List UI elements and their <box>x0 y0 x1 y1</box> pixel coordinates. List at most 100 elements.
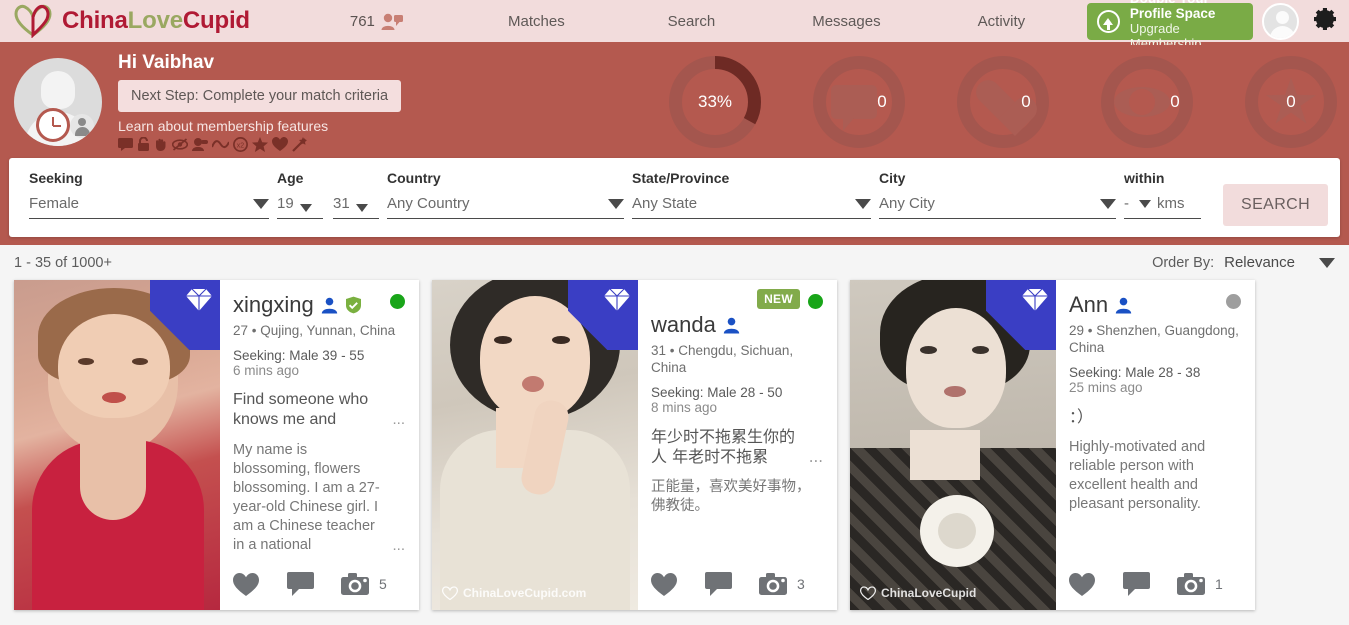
profile-last-active: 8 mins ago <box>651 400 718 415</box>
watermark-text: ChinaLoveCupid <box>881 586 977 600</box>
within-value: - <box>1124 195 1129 212</box>
profile-blurb-text: 正能量，喜欢美好事物，佛教徒。 <box>651 479 811 514</box>
stat-favourites[interactable]: 0 <box>1245 55 1337 148</box>
profile-blurb: My name is blossoming, flowers blossomin… <box>233 441 405 555</box>
gear-icon[interactable] <box>1309 4 1339 39</box>
profile-card[interactable]: xingxing 27 • Qujing, Yunnan, China Seek… <box>14 280 419 610</box>
card-action-bar: 5 <box>233 572 405 610</box>
heart-icon <box>975 81 1021 123</box>
like-button[interactable] <box>1069 572 1123 596</box>
anonymous-icon <box>192 138 208 151</box>
profile-blurb-text: Highly-motivated and reliable person wit… <box>1069 439 1206 512</box>
brand-part-1: China <box>62 7 128 34</box>
brand-part-3: Cupid <box>182 7 250 34</box>
city-value: Any City <box>879 195 935 212</box>
brand-logo-link[interactable]: ChinaLoveCupid <box>14 4 250 39</box>
stat-interests[interactable]: 0 <box>957 55 1049 148</box>
learn-membership-link[interactable]: Learn about membership features <box>118 118 401 134</box>
profile-headline-text: ：） <box>1069 407 1094 426</box>
profile-username[interactable]: Ann <box>1069 292 1108 318</box>
photos-button[interactable]: 1 <box>1177 573 1231 595</box>
profile-username[interactable]: wanda <box>651 312 716 338</box>
nav-link-messages[interactable]: Messages <box>769 7 924 36</box>
nav-link-activity[interactable]: Activity <box>924 7 1079 36</box>
card-action-bar: 1 <box>1069 572 1241 610</box>
photo-watermark: ChinaLoveCupid <box>860 586 976 600</box>
headline-ellipsis: ... <box>808 448 823 466</box>
filter-within: within - kms <box>1124 170 1209 219</box>
stat-views[interactable]: 0 <box>1101 55 1193 148</box>
within-distance-select[interactable]: - kms <box>1124 195 1201 219</box>
star-icon <box>252 136 268 152</box>
within-unit: kms <box>1157 195 1185 212</box>
nav-link-matches[interactable]: Matches <box>459 7 614 36</box>
age-from-select[interactable]: 19 <box>277 195 323 219</box>
diamond-badge-icon <box>150 280 220 350</box>
age-to-select[interactable]: 31 <box>333 195 379 219</box>
seeking-select[interactable]: Female <box>29 195 269 219</box>
search-filters-panel: Seeking Female Age 19 31 Country Any Cou… <box>9 158 1340 237</box>
state-value: Any State <box>632 195 698 212</box>
message-button[interactable] <box>287 572 341 596</box>
chevron-down-icon <box>253 198 269 209</box>
search-panel-wrapper: Seeking Female Age 19 31 Country Any Cou… <box>0 158 1349 245</box>
profile-card-body: NEW wanda 31 • Chengdu, Sichuan, China S… <box>638 280 837 610</box>
order-by-select[interactable]: Order By: Relevance <box>1152 254 1335 271</box>
like-button[interactable] <box>233 572 287 596</box>
user-avatar-icon[interactable] <box>1262 2 1299 40</box>
friends-counter[interactable]: 761 <box>350 13 403 30</box>
photo-count: 3 <box>797 576 805 592</box>
next-step-button[interactable]: Next Step: Complete your match criteria <box>118 79 402 112</box>
profile-seeking: Seeking: Male 28 - 50 <box>651 385 783 400</box>
chevron-down-icon <box>608 198 624 209</box>
profile-card-body: Ann 29 • Shenzhen, Guangdong, China Seek… <box>1056 280 1255 610</box>
search-button[interactable]: SEARCH <box>1223 184 1329 226</box>
hidden-eye-icon <box>172 137 188 151</box>
chat-icon <box>118 137 133 151</box>
profile-summary-bar: Hi Vaibhav Next Step: Complete your matc… <box>0 45 1349 158</box>
profile-photo[interactable] <box>14 280 220 610</box>
photos-button[interactable]: 5 <box>341 573 395 595</box>
profile-card[interactable]: ChinaLoveCupid Ann 29 • Shenzhen, Guangd… <box>850 280 1255 610</box>
upgrade-membership-button[interactable]: Double Your Profile Space Upgrade Member… <box>1086 0 1253 51</box>
age-from-value: 19 <box>277 195 294 212</box>
svg-text:x2: x2 <box>237 142 245 149</box>
profile-blurb: 正能量，喜欢美好事物，佛教徒。 <box>651 478 823 516</box>
filter-state: State/Province Any State <box>632 170 879 219</box>
profile-photo[interactable]: ChinaLoveCupid.com <box>432 280 638 610</box>
country-select[interactable]: Any Country <box>387 195 624 219</box>
member-icon <box>723 317 740 333</box>
stat-profile-completeness[interactable]: 33% <box>669 55 761 148</box>
card-action-bar: 3 <box>651 572 823 610</box>
state-select[interactable]: Any State <box>632 195 871 219</box>
profile-card-body: xingxing 27 • Qujing, Yunnan, China Seek… <box>220 280 419 610</box>
chevron-down-icon <box>855 198 871 209</box>
member-icon <box>321 297 337 313</box>
photos-button[interactable]: 3 <box>759 573 813 595</box>
age-label: Age <box>277 170 304 186</box>
new-badge: NEW <box>757 289 800 309</box>
profile-card[interactable]: ChinaLoveCupid.com NEW wanda 31 • Chengd… <box>432 280 837 610</box>
up-arrow-circle-icon <box>1096 9 1120 33</box>
brand-name: ChinaLoveCupid <box>62 7 250 35</box>
status-badge <box>390 294 405 309</box>
nav-link-search[interactable]: Search <box>614 7 769 36</box>
seeking-value: Female <box>29 195 80 212</box>
message-button[interactable] <box>705 572 759 596</box>
profile-headline: ：） <box>1069 407 1241 427</box>
heart-logo-icon <box>14 4 52 39</box>
profile-username[interactable]: xingxing <box>233 292 314 318</box>
brand-part-2: Love <box>127 7 183 34</box>
profile-headline-text: 年少时不拖累生你的人 年老时不拖累 <box>651 427 796 466</box>
status-badge <box>808 294 823 309</box>
city-select[interactable]: Any City <box>879 195 1116 219</box>
profile-photo[interactable]: ChinaLoveCupid <box>850 280 1056 610</box>
pending-profile-photo-icon[interactable] <box>14 57 102 146</box>
diamond-badge-icon <box>568 280 638 350</box>
stat-messages[interactable]: 0 <box>813 55 905 148</box>
person-badge-icon <box>70 113 94 138</box>
message-button[interactable] <box>1123 572 1177 596</box>
stat-value-completeness: 33% <box>697 91 733 111</box>
profile-stats: 33% 0 0 0 0 <box>669 55 1337 148</box>
like-button[interactable] <box>651 572 705 596</box>
